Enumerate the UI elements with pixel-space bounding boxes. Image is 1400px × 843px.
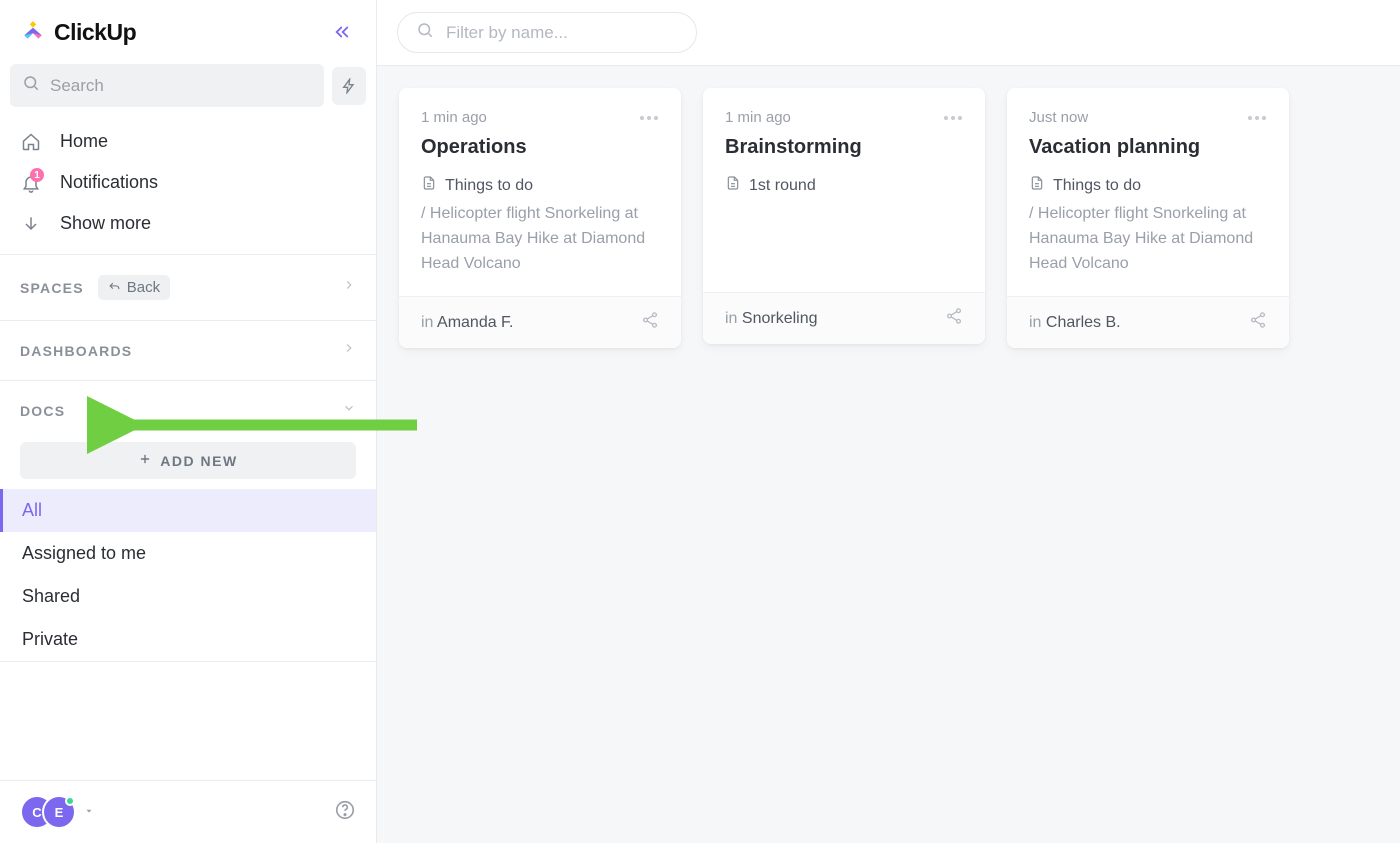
back-label: Back xyxy=(127,279,160,296)
home-icon xyxy=(20,132,42,152)
search-row xyxy=(0,64,376,117)
share-button[interactable] xyxy=(945,307,963,330)
document-icon xyxy=(1029,175,1045,196)
search-icon xyxy=(22,74,40,97)
docs-filter-all[interactable]: All xyxy=(0,489,376,532)
search-icon xyxy=(416,21,434,44)
card-location-name: Snorkeling xyxy=(742,310,818,327)
filter-input[interactable] xyxy=(446,23,678,43)
divider xyxy=(0,661,376,662)
clickup-logo-icon xyxy=(20,19,46,45)
docs-filter-private[interactable]: Private xyxy=(0,618,376,661)
card-doc: Things to do xyxy=(421,175,659,196)
doc-card[interactable]: 1 min ago Brainstorming 1st round xyxy=(703,88,985,344)
quick-action-button[interactable] xyxy=(332,67,366,105)
nav-notifications[interactable]: 1 Notifications xyxy=(0,162,376,203)
app-name: ClickUp xyxy=(54,19,136,46)
notifications-badge: 1 xyxy=(30,168,44,182)
card-menu-button[interactable] xyxy=(943,108,963,126)
docs-label: DOCS xyxy=(20,403,65,419)
arrow-down-icon xyxy=(20,214,42,234)
chevron-right-icon xyxy=(342,341,356,360)
back-arrow-icon xyxy=(108,281,121,294)
search-box[interactable] xyxy=(10,64,324,107)
sidebar-header: ClickUp xyxy=(0,0,376,64)
card-location-name: Amanda F. xyxy=(437,314,513,331)
card-timestamp: Just now xyxy=(1029,109,1088,126)
avatar-initial: E xyxy=(55,805,64,820)
doc-card[interactable]: 1 min ago Operations Things to do / Heli… xyxy=(399,88,681,348)
section-spaces[interactable]: SPACES Back xyxy=(0,255,376,320)
presence-indicator-icon xyxy=(65,796,75,806)
app-logo[interactable]: ClickUp xyxy=(20,19,136,46)
doc-card[interactable]: Just now Vacation planning Things to do … xyxy=(1007,88,1289,348)
sidebar-collapse-button[interactable] xyxy=(328,18,356,46)
share-button[interactable] xyxy=(1249,311,1267,334)
card-excerpt: / Helicopter flight Snorkeling at Hanaum… xyxy=(1029,202,1267,276)
main-area: 1 min ago Operations Things to do / Heli… xyxy=(377,0,1400,843)
spaces-back-chip[interactable]: Back xyxy=(98,275,170,300)
card-footer: in Charles B. xyxy=(1007,296,1289,348)
add-new-label: ADD NEW xyxy=(160,453,237,469)
card-doc-name: Things to do xyxy=(445,177,533,195)
docs-filter-assigned[interactable]: Assigned to me xyxy=(0,532,376,575)
plus-icon xyxy=(138,452,152,469)
spaces-label: SPACES xyxy=(20,280,84,296)
caret-down-icon xyxy=(84,803,94,821)
dashboards-label: DASHBOARDS xyxy=(20,343,132,359)
card-doc: Things to do xyxy=(1029,175,1267,196)
share-button[interactable] xyxy=(641,311,659,334)
docs-filter-shared[interactable]: Shared xyxy=(0,575,376,618)
card-menu-button[interactable] xyxy=(639,108,659,126)
card-excerpt: / Helicopter flight Snorkeling at Hanaum… xyxy=(421,202,659,276)
help-button[interactable] xyxy=(334,799,356,826)
chevron-right-icon xyxy=(342,278,356,297)
nav-show-more-label: Show more xyxy=(60,213,151,234)
primary-nav: Home 1 Notifications Show more xyxy=(0,117,376,254)
sidebar-footer: C E xyxy=(0,780,376,843)
card-location-prefix: in xyxy=(1029,314,1046,331)
card-menu-button[interactable] xyxy=(1247,108,1267,126)
card-title: Vacation planning xyxy=(1029,136,1267,159)
nav-notifications-label: Notifications xyxy=(60,172,158,193)
card-location-prefix: in xyxy=(725,310,742,327)
card-footer: in Amanda F. xyxy=(399,296,681,348)
card-doc-name: Things to do xyxy=(1053,177,1141,195)
avatar: E xyxy=(42,795,76,829)
card-timestamp: 1 min ago xyxy=(725,109,791,126)
card-doc-name: 1st round xyxy=(749,177,816,195)
card-title: Brainstorming xyxy=(725,136,963,159)
card-location-prefix: in xyxy=(421,314,437,331)
card-title: Operations xyxy=(421,136,659,159)
document-icon xyxy=(421,175,437,196)
nav-home-label: Home xyxy=(60,131,108,152)
add-new-doc-button[interactable]: ADD NEW xyxy=(20,442,356,479)
sidebar: ClickUp Home 1 Notifications xyxy=(0,0,377,843)
section-dashboards[interactable]: DASHBOARDS xyxy=(0,321,376,380)
card-doc: 1st round xyxy=(725,175,963,196)
card-timestamp: 1 min ago xyxy=(421,109,487,126)
chevron-down-icon xyxy=(342,401,356,420)
nav-home[interactable]: Home xyxy=(0,121,376,162)
search-input[interactable] xyxy=(50,76,312,96)
card-footer: in Snorkeling xyxy=(703,292,985,344)
topbar xyxy=(377,0,1400,66)
docs-canvas: 1 min ago Operations Things to do / Heli… xyxy=(377,66,1400,843)
document-icon xyxy=(725,175,741,196)
user-avatars[interactable]: C E xyxy=(20,795,94,829)
nav-show-more[interactable]: Show more xyxy=(0,203,376,244)
section-docs[interactable]: DOCS xyxy=(0,381,376,428)
card-location-name: Charles B. xyxy=(1046,314,1121,331)
filter-box[interactable] xyxy=(397,12,697,53)
